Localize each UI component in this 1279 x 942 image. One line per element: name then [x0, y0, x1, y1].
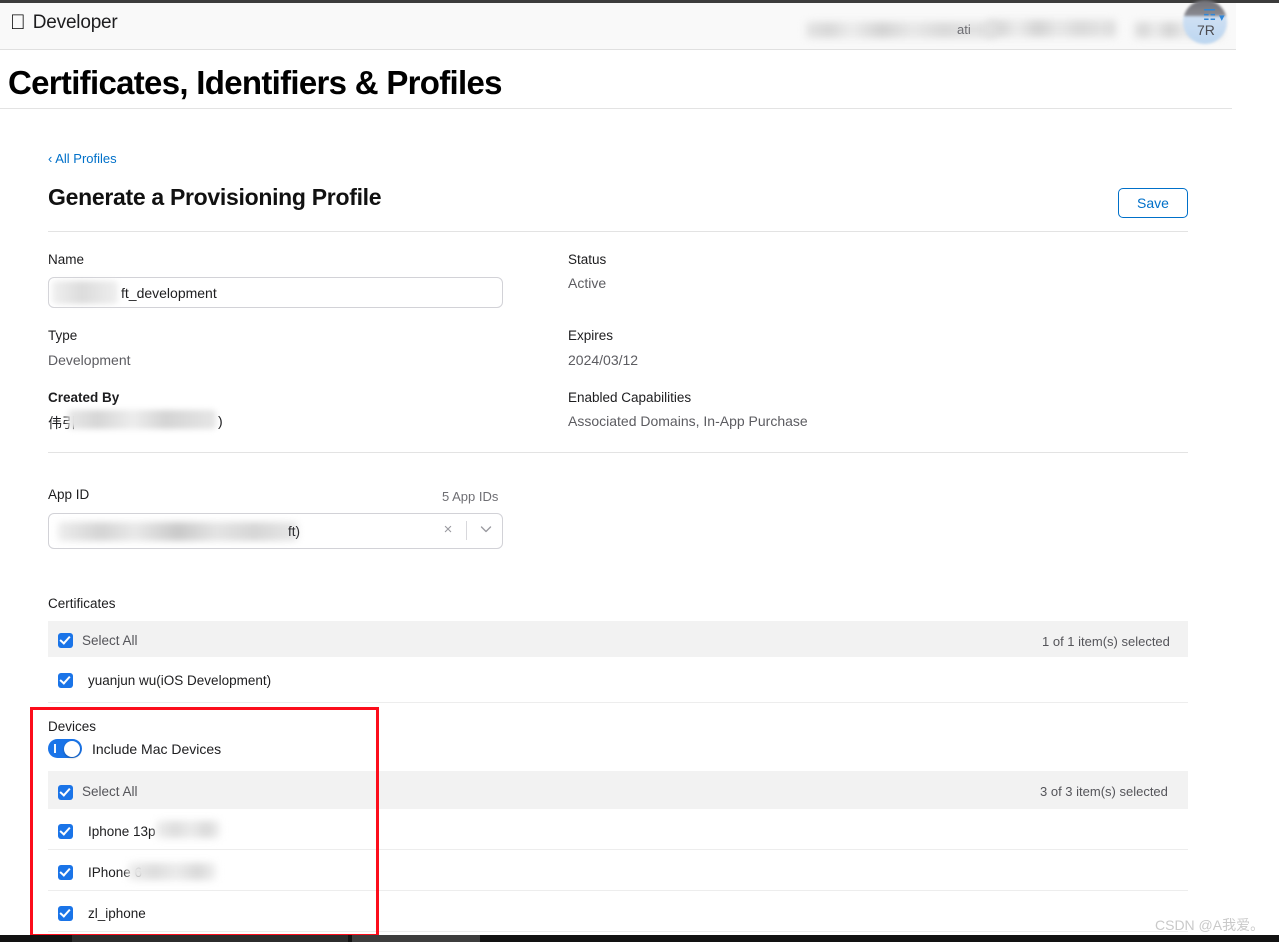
devices-select-all-label: Select All [82, 784, 138, 799]
app-id-value-redacted [58, 522, 298, 541]
list-item[interactable] [48, 809, 1188, 850]
certificate-label: yuanjun wu(iOS Development) [88, 673, 272, 688]
device-checkbox[interactable] [58, 824, 73, 839]
certificates-label: Certificates [48, 596, 116, 611]
devices-select-all-checkbox[interactable] [58, 785, 73, 800]
section-divider [48, 231, 1188, 232]
capabilities-label: Enabled Capabilities [568, 390, 692, 405]
certificates-select-all-checkbox[interactable] [58, 633, 73, 648]
type-value: Development [48, 352, 131, 368]
certificate-checkbox[interactable] [58, 673, 73, 688]
created-by-value: 伟引 [48, 415, 76, 431]
taskbar-item[interactable] [352, 935, 480, 942]
devices-selection-count: 3 of 3 item(s) selected [1040, 784, 1168, 799]
include-mac-devices-toggle[interactable] [48, 739, 82, 758]
save-button[interactable]: Save [1118, 188, 1188, 218]
include-mac-devices-label: Include Mac Devices [92, 741, 222, 757]
device-label: Iphone 13p [88, 824, 156, 839]
certificates-select-all-row[interactable] [48, 621, 1188, 657]
browser-chrome-strip [0, 0, 1279, 3]
chevron-down-icon[interactable] [478, 521, 494, 537]
toggle-knob [64, 740, 80, 757]
expires-value: 2024/03/12 [568, 352, 639, 368]
type-label: Type [48, 328, 78, 343]
section-title: Generate a Provisioning Profile [48, 184, 382, 210]
apple-developer-brand[interactable]:  Developer [10, 12, 118, 34]
certificates-select-all-label: Select All [82, 633, 138, 648]
devices-label: Devices [48, 719, 97, 734]
brand-label: Developer [17, 12, 118, 33]
name-label: Name [48, 252, 85, 267]
created-by-suffix: ) [218, 413, 223, 429]
created-by-redacted [68, 410, 216, 429]
status-label: Status [568, 252, 607, 267]
breadcrumb-all-profiles[interactable]: ‹ All Profiles [48, 151, 117, 166]
device-checkbox[interactable] [58, 906, 73, 921]
created-by-label: Created By [48, 390, 120, 405]
devices-select-all-row[interactable] [48, 771, 1188, 809]
expires-label: Expires [568, 328, 614, 343]
account-team-fragment: ati [957, 22, 971, 37]
page-title: Certificates, Identifiers & Profiles [8, 64, 502, 101]
close-icon[interactable]: × [440, 522, 456, 538]
name-input[interactable] [48, 277, 503, 308]
list-item[interactable] [48, 891, 1188, 932]
apple-logo-icon:  [10, 12, 26, 33]
device-label: zl_iphone [88, 906, 146, 921]
taskbar-item[interactable] [72, 935, 348, 942]
list-item[interactable] [48, 850, 1188, 891]
app-id-count: 5 App IDs [442, 489, 499, 504]
app-id-value-suffix: ft) [288, 524, 300, 539]
top-bar-right-filler [1236, 0, 1279, 50]
chevron-down-icon[interactable]: ▾ [1219, 11, 1225, 24]
account-org-redacted [986, 20, 1116, 37]
app-id-label: App ID [48, 487, 90, 502]
app-id-separator [466, 521, 467, 540]
device-label: IPhone 6 [88, 865, 143, 880]
status-value: Active [568, 275, 607, 291]
device-checkbox[interactable] [58, 865, 73, 880]
capabilities-value: Associated Domains, In-App Purchase [568, 413, 808, 429]
account-code-fragment: 7R [1197, 22, 1215, 38]
title-divider [0, 108, 1232, 109]
watermark: CSDN @A我爱。 [1155, 917, 1265, 933]
meta-divider [48, 452, 1188, 453]
certificates-selection-count: 1 of 1 item(s) selected [1042, 634, 1170, 649]
